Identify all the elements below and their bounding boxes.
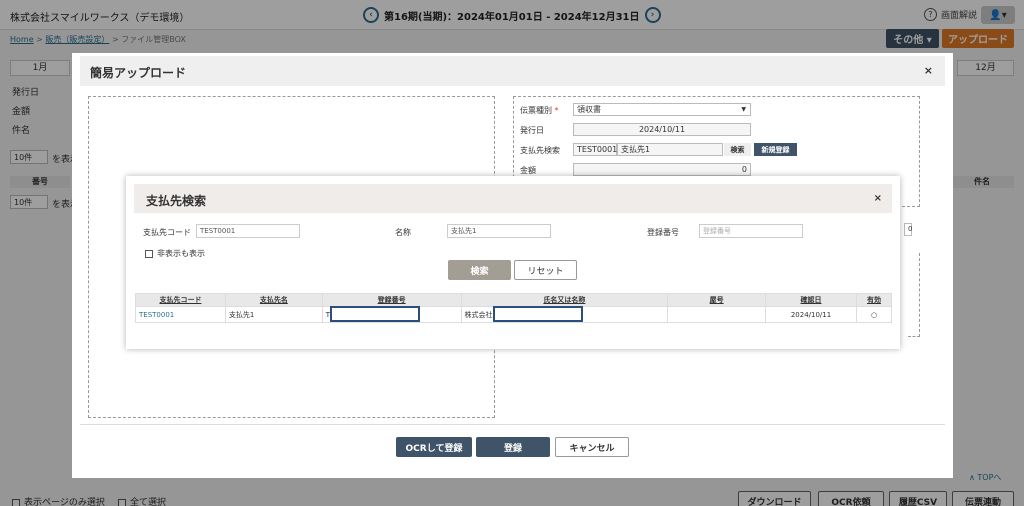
reg-number-field[interactable]: 登録番号 xyxy=(699,224,803,238)
vendor-code-cell[interactable]: TEST0001 xyxy=(135,306,226,323)
table-header-row: 支払先コード 支払先名 登録番号 氏名又は名称 屋号 確認日 有効 xyxy=(135,293,893,307)
checked-date-cell: 2024/10/11 xyxy=(765,306,857,323)
name-label: 名称 xyxy=(395,228,411,237)
checkbox-icon xyxy=(145,249,153,258)
reset-button[interactable]: リセット xyxy=(514,260,577,280)
col-header[interactable]: 氏名又は名称 xyxy=(460,293,669,307)
show-hidden-label: 非表示も表示 xyxy=(157,249,205,258)
col-header[interactable]: 支払先名 xyxy=(224,293,323,307)
modal-header: 支払先検索 × xyxy=(134,184,892,213)
close-icon[interactable]: × xyxy=(874,193,882,204)
legal-name-edit-box[interactable] xyxy=(493,306,583,322)
vendor-code-field[interactable]: TEST0001 xyxy=(196,224,300,238)
reg-number-edit-box[interactable] xyxy=(330,306,420,322)
col-header[interactable]: 登録番号 xyxy=(321,293,462,307)
col-header[interactable]: 屋号 xyxy=(667,293,767,307)
col-header[interactable]: 確認日 xyxy=(765,293,857,307)
valid-cell: ○ xyxy=(855,306,893,323)
trade-name-cell xyxy=(667,306,767,323)
vendor-search-modal: 支払先検索 × 支払先コード TEST0001 名称 支払先1 登録番号 登録番… xyxy=(126,176,900,349)
vendor-code-label: 支払先コード xyxy=(143,228,191,237)
reg-number-label: 登録番号 xyxy=(647,228,679,237)
col-header[interactable]: 支払先コード xyxy=(135,293,226,307)
show-hidden-checkbox[interactable]: 非表示も表示 xyxy=(145,248,205,259)
name-field[interactable]: 支払先1 xyxy=(447,224,551,238)
modal-title: 支払先検索 xyxy=(146,194,207,208)
col-header[interactable]: 有効 xyxy=(855,293,893,307)
search-button[interactable]: 検索 xyxy=(448,260,511,280)
vendor-name-cell: 支払先1 xyxy=(224,306,323,323)
